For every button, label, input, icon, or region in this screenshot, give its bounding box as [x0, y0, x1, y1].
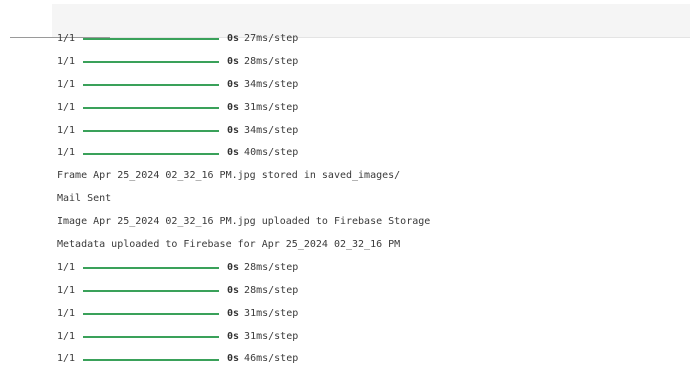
step-count: 1/1	[57, 284, 76, 296]
elapsed-seconds: 0s	[227, 33, 240, 44]
step-rate: 40ms/step	[244, 147, 299, 159]
progress-line: 1/1 0s 27ms/step	[57, 32, 677, 51]
progress-line: 1/1 0s 34ms/step	[57, 120, 677, 143]
progress-bar	[83, 336, 219, 339]
step-rate: 31ms/step	[244, 330, 299, 342]
progress-line: 1/1 0s 31ms/step	[57, 97, 677, 120]
log-message-frame-stored: Frame Apr 25_2024 02_32_16 PM.jpg stored…	[57, 170, 401, 182]
step-count: 1/1	[57, 55, 76, 67]
progress-bar	[83, 152, 219, 155]
elapsed-seconds: 0s	[227, 124, 240, 136]
elapsed-seconds: 0s	[227, 284, 240, 296]
step-rate: 34ms/step	[244, 124, 299, 136]
progress-line: 1/1 0s 40ms/step	[57, 142, 677, 165]
step-rate: 28ms/step	[244, 261, 299, 273]
step-count: 1/1	[57, 307, 76, 319]
progress-bar	[83, 290, 219, 293]
step-count: 1/1	[57, 78, 76, 90]
step-count: 1/1	[57, 147, 76, 159]
progress-line: 1/1 0s 28ms/step	[57, 280, 677, 303]
progress-bar	[83, 38, 219, 41]
progress-line: 1/1 0s 46ms/step	[57, 348, 677, 371]
progress-line: 1/1 0s 28ms/step	[57, 51, 677, 74]
step-count: 1/1	[57, 330, 76, 342]
step-rate: 28ms/step	[244, 55, 299, 67]
elapsed-seconds: 0s	[227, 55, 240, 67]
progress-bar	[83, 84, 219, 87]
step-rate: 31ms/step	[244, 307, 299, 319]
step-count: 1/1	[57, 101, 76, 113]
log-message-image-uploaded: Image Apr 25_2024 02_32_16 PM.jpg upload…	[57, 216, 431, 228]
step-count: 1/1	[57, 33, 76, 44]
progress-bar	[83, 313, 219, 316]
progress-line: 1/1 0s 34ms/step	[57, 74, 677, 97]
step-count: 1/1	[57, 124, 76, 136]
elapsed-seconds: 0s	[227, 330, 240, 342]
step-count: 1/1	[57, 353, 76, 365]
progress-bar	[83, 107, 219, 110]
progress-line: 1/1 0s 31ms/step	[57, 303, 677, 326]
step-rate: 27ms/step	[244, 33, 299, 44]
elapsed-seconds: 0s	[227, 78, 240, 90]
step-rate: 31ms/step	[244, 101, 299, 113]
progress-bar	[83, 358, 219, 361]
step-rate: 46ms/step	[244, 353, 299, 365]
console-output[interactable]: 1/1 0s 27ms/step 1/1 0s 28ms/step 1/1 0s…	[57, 32, 677, 381]
progress-bar	[83, 267, 219, 270]
elapsed-seconds: 0s	[227, 101, 240, 113]
elapsed-seconds: 0s	[227, 147, 240, 159]
log-message-metadata-uploaded: Metadata uploaded to Firebase for Apr 25…	[57, 239, 401, 251]
progress-line: 1/1 0s 31ms/step	[57, 326, 677, 349]
step-rate: 34ms/step	[244, 78, 299, 90]
progress-bar	[83, 61, 219, 64]
elapsed-seconds: 0s	[227, 307, 240, 319]
log-message-mail-sent: Mail Sent	[57, 193, 112, 205]
progress-bar	[83, 130, 219, 132]
step-count: 1/1	[57, 261, 76, 273]
elapsed-seconds: 0s	[227, 261, 240, 273]
progress-line: 1/1 0s 28ms/step	[57, 257, 677, 280]
elapsed-seconds: 0s	[227, 353, 240, 365]
step-rate: 28ms/step	[244, 284, 299, 296]
